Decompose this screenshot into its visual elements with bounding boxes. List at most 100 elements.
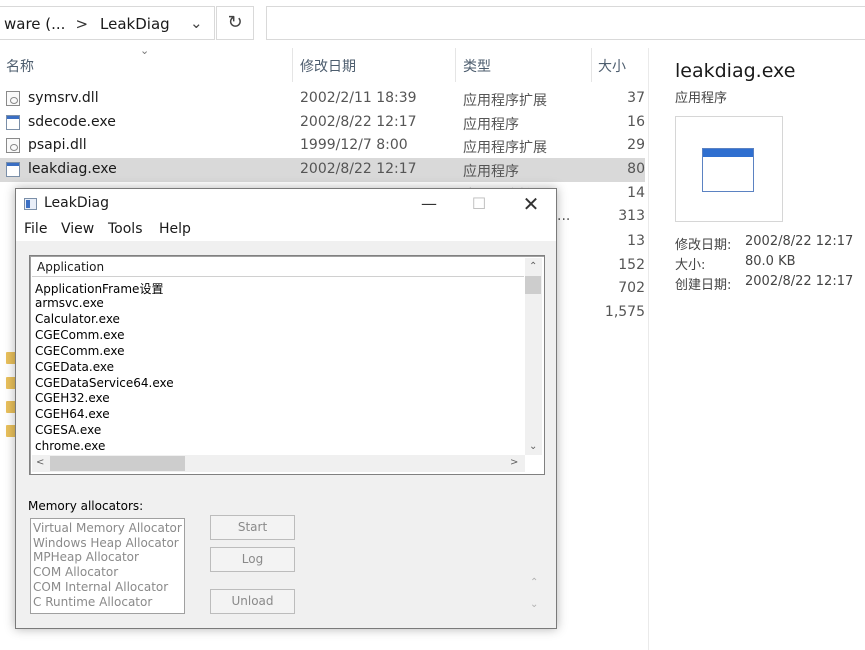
breadcrumb-separator-icon: > [75, 15, 89, 33]
column-name[interactable]: 名称 [6, 56, 34, 76]
scroll-up-icon[interactable]: ⌃ [529, 261, 537, 272]
search-input[interactable] [266, 6, 865, 40]
allocator-list[interactable]: Virtual Memory Allocator Windows Heap Al… [30, 518, 185, 614]
exe-file-icon [6, 162, 20, 177]
file-type: 应用程序扩展 [463, 140, 547, 156]
leakdiag-window: LeakDiag — ☐ ✕ File View Tools Help Appl… [15, 188, 557, 629]
application-window-icon [702, 148, 754, 192]
memory-allocators-label: Memory allocators: [28, 499, 144, 513]
column-date[interactable]: 修改日期 [300, 56, 356, 76]
file-type: 应用程序扩展 [463, 93, 547, 109]
file-size: 37 [627, 90, 645, 106]
file-type: ... [557, 208, 571, 224]
dll-file-icon [6, 138, 20, 153]
list-item[interactable]: Windows Heap Allocator [33, 536, 179, 550]
app-icon [24, 198, 37, 210]
spin-arrows-icon[interactable]: ⌃ ⌄ [530, 577, 538, 610]
file-size: 152 [618, 257, 645, 273]
file-size: 1,575 [604, 304, 645, 320]
file-type: 应用程序 [463, 117, 519, 133]
unload-button[interactable]: Unload [210, 589, 295, 614]
file-size: 13 [627, 233, 645, 249]
breadcrumb-path: ware (... > LeakDiag [4, 15, 170, 33]
file-thumbnail [675, 116, 783, 222]
list-item[interactable]: CGEDataService64.exe [35, 376, 174, 390]
file-date: 2002/2/11 18:39 [300, 90, 417, 106]
maximize-button[interactable]: ☐ [456, 189, 502, 219]
list-item[interactable]: Virtual Memory Allocator [33, 521, 182, 535]
menu-view[interactable]: View [61, 221, 94, 237]
list-item[interactable]: CGEH64.exe [35, 407, 110, 421]
breadcrumb-current[interactable]: LeakDiag [100, 15, 170, 33]
list-item[interactable]: Calculator.exe [35, 312, 120, 326]
list-item[interactable]: C Runtime Allocator [33, 595, 152, 609]
list-item[interactable]: CGEH32.exe [35, 391, 110, 405]
file-row-selected[interactable]: leakdiag.exe 2002/8/22 12:17 应用程序 80 [0, 158, 645, 182]
list-item[interactable]: MPHeap Allocator [33, 550, 139, 564]
size-label: 大小: [675, 258, 706, 273]
scroll-right-icon[interactable]: > [510, 457, 518, 468]
refresh-button[interactable]: ↻ [216, 6, 254, 40]
address-bar: ware (... > LeakDiag ⌄ ↻ [0, 0, 865, 46]
scroll-thumb[interactable] [50, 456, 185, 471]
file-row[interactable]: psapi.dll 1999/12/7 8:00 应用程序扩展 29 [0, 134, 645, 158]
menu-tools[interactable]: Tools [108, 221, 143, 237]
file-list-header: 名称 ⌄ 修改日期 类型 大小 [0, 44, 645, 82]
list-item[interactable]: COM Allocator [33, 565, 118, 579]
breadcrumb-parent[interactable]: ware (... [4, 15, 65, 33]
file-size: 16 [627, 114, 645, 130]
column-size[interactable]: 大小 [598, 56, 626, 76]
file-row[interactable]: symsrv.dll 2002/2/11 18:39 应用程序扩展 37 [0, 87, 645, 111]
exe-file-icon [6, 115, 20, 130]
start-button[interactable]: Start [210, 515, 295, 540]
application-header-label: Application [37, 260, 105, 274]
created-value: 2002/8/22 12:17 [745, 274, 854, 289]
file-row[interactable]: sdecode.exe 2002/8/22 12:17 应用程序 16 [0, 111, 645, 135]
log-button[interactable]: Log [210, 547, 295, 572]
file-type: 应用程序 [463, 164, 519, 180]
horizontal-scrollbar[interactable]: < > [32, 455, 525, 472]
scroll-down-icon[interactable]: ⌄ [529, 441, 537, 452]
scroll-left-icon[interactable]: < [36, 457, 44, 468]
close-button[interactable]: ✕ [508, 189, 554, 219]
file-size: 80 [627, 161, 645, 177]
list-item[interactable]: CGEData.exe [35, 360, 114, 374]
dll-file-icon [6, 91, 20, 106]
file-date: 1999/12/7 8:00 [300, 137, 408, 153]
list-item[interactable]: COM Internal Allocator [33, 580, 168, 594]
menu-help[interactable]: Help [159, 221, 191, 237]
scroll-thumb[interactable] [525, 276, 541, 294]
file-size: 313 [618, 208, 645, 224]
list-item[interactable]: ApplicationFrame设置 [35, 280, 163, 297]
vertical-scrollbar[interactable]: ⌃ ⌄ [525, 258, 542, 455]
application-list[interactable]: Application ApplicationFrame设置 armsvc.ex… [29, 255, 545, 475]
file-date: 2002/8/22 12:17 [300, 114, 417, 130]
list-item[interactable]: CGEComm.exe [35, 344, 124, 358]
file-size: 29 [627, 137, 645, 153]
menu-file[interactable]: File [24, 221, 47, 237]
column-divider[interactable] [292, 48, 293, 82]
column-type[interactable]: 类型 [463, 56, 491, 76]
breadcrumb[interactable]: ware (... > LeakDiag ⌄ [0, 6, 215, 40]
created-label: 创建日期: [675, 278, 732, 293]
modified-label: 修改日期: [675, 238, 732, 253]
file-name: psapi.dll [28, 137, 87, 153]
window-title: LeakDiag [44, 195, 109, 211]
menu-bar: File View Tools Help [16, 219, 556, 241]
minimize-button[interactable]: — [406, 189, 452, 219]
list-item[interactable]: armsvc.exe [35, 296, 104, 310]
list-item[interactable]: CGEComm.exe [35, 328, 124, 342]
file-name: symsrv.dll [28, 90, 99, 106]
size-value: 80.0 KB [745, 254, 796, 269]
application-column-header[interactable]: Application [32, 258, 524, 277]
chevron-down-icon[interactable]: ⌄ [190, 14, 203, 32]
file-name: sdecode.exe [28, 114, 116, 130]
sort-caret-icon: ⌄ [140, 44, 150, 57]
list-item[interactable]: CGESA.exe [35, 423, 101, 437]
column-divider[interactable] [455, 48, 456, 82]
file-date: 2002/8/22 12:17 [300, 161, 417, 177]
details-title: leakdiag.exe [675, 60, 796, 82]
title-bar[interactable]: LeakDiag — ☐ ✕ [16, 189, 556, 219]
column-divider[interactable] [591, 48, 592, 82]
list-item[interactable]: chrome.exe [35, 439, 105, 453]
